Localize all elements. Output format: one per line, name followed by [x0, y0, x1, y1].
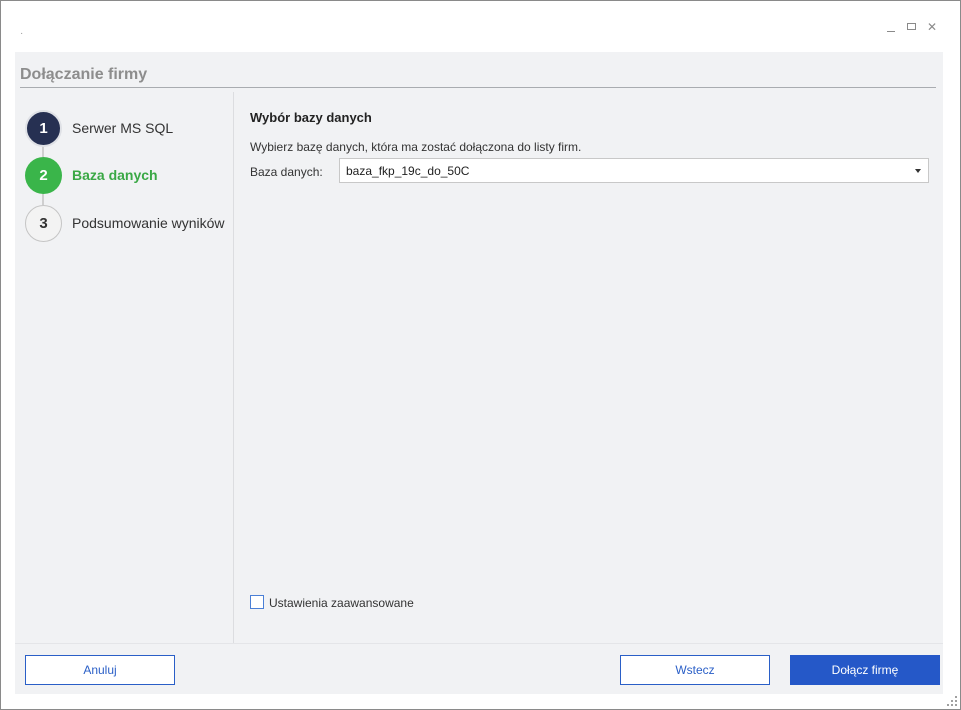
header-divider	[20, 87, 936, 88]
footer-divider	[15, 643, 943, 644]
step-serwer-ms-sql: 1 Serwer MS SQL	[25, 110, 235, 148]
section-title: Wybór bazy danych	[250, 110, 372, 125]
maximize-icon[interactable]	[903, 19, 919, 35]
advanced-settings-label[interactable]: Ustawienia zaawansowane	[269, 596, 414, 610]
steps-divider	[233, 92, 234, 643]
step-label: Serwer MS SQL	[72, 120, 174, 136]
wizard-steps: 1 Serwer MS SQL 2 Baza danych 3 Podsumow…	[15, 90, 233, 643]
window-title: ·	[20, 28, 24, 39]
database-select[interactable]: baza_fkp_19c_do_50C	[339, 158, 929, 183]
step-number-badge: 3	[25, 205, 62, 242]
resize-grip-icon[interactable]	[947, 696, 957, 706]
step-label: Podsumowanie wyników	[72, 215, 225, 231]
step-baza-danych: 2 Baza danych	[25, 157, 235, 195]
join-company-button[interactable]: Dołącz firmę	[790, 655, 940, 685]
dialog-window: · ✕ Dołączanie firmy 1 Serwer MS SQL 2 B…	[0, 0, 961, 710]
advanced-settings-checkbox[interactable]	[250, 595, 264, 609]
step-number-badge: 1	[25, 110, 62, 147]
title-bar: · ✕	[1, 1, 960, 51]
step-label: Baza danych	[72, 167, 158, 183]
cancel-button[interactable]: Anuluj	[25, 655, 175, 685]
minimize-icon[interactable]	[883, 19, 899, 35]
database-label: Baza danych:	[250, 165, 323, 179]
database-select-value: baza_fkp_19c_do_50C	[346, 164, 470, 178]
dropdown-arrow-icon[interactable]	[915, 169, 921, 173]
step-podsumowanie: 3 Podsumowanie wyników	[25, 205, 235, 243]
close-icon[interactable]: ✕	[924, 19, 940, 35]
step-content: Wybór bazy danych Wybierz bazę danych, k…	[250, 110, 940, 183]
page-title: Dołączanie firmy	[20, 66, 148, 83]
step-number-badge: 2	[25, 157, 62, 194]
back-button[interactable]: Wstecz	[620, 655, 770, 685]
section-description: Wybierz bazę danych, która ma zostać doł…	[250, 140, 582, 154]
wizard-panel: Dołączanie firmy 1 Serwer MS SQL 2 Baza …	[15, 52, 943, 694]
